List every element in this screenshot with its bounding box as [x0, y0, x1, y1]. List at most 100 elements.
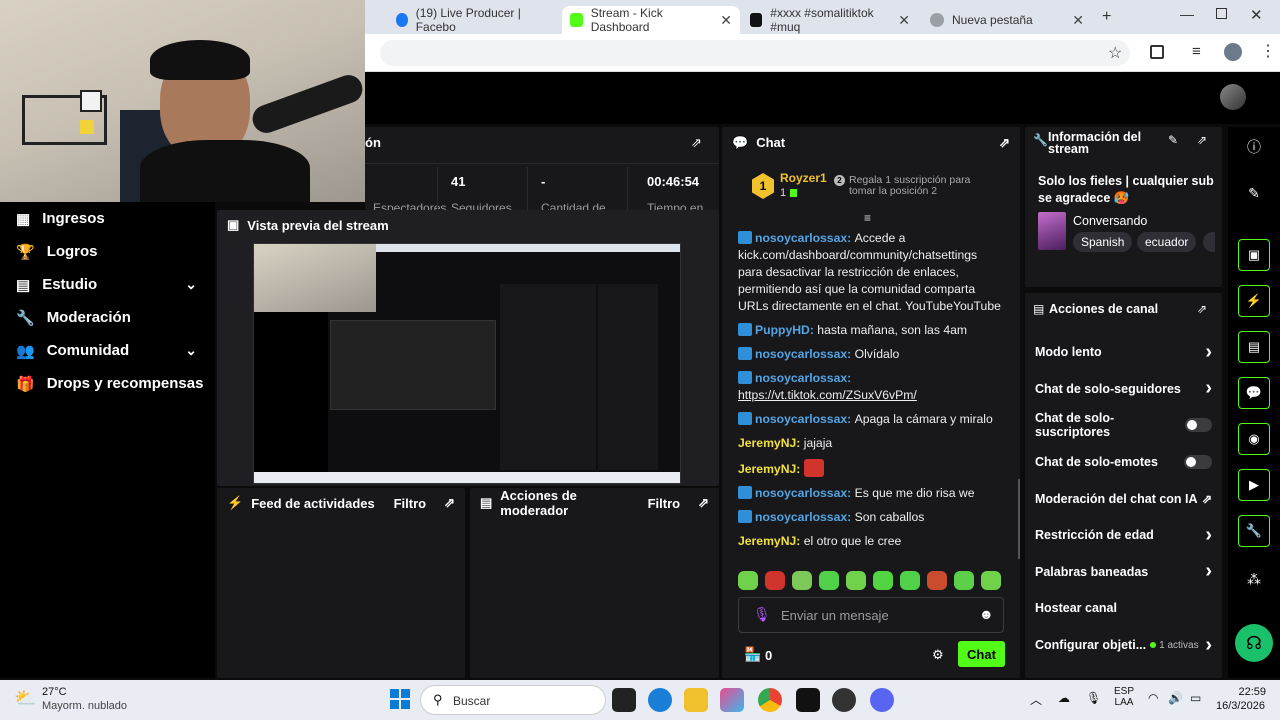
- channel-action-item[interactable]: Modo lento ›: [1025, 334, 1222, 371]
- gear-icon[interactable]: ⚙: [932, 647, 944, 663]
- chat-username[interactable]: nosoycarlossax: [755, 231, 847, 245]
- wifi-icon[interactable]: ◠: [1148, 691, 1158, 705]
- emote-icon[interactable]: [873, 571, 893, 590]
- tag-chip[interactable]: ecuador: [1137, 232, 1197, 252]
- chat-input-box[interactable]: 🎙 Enviar un mensaje ☻: [738, 597, 1004, 633]
- channel-action-item[interactable]: Chat de solo-suscriptores: [1025, 407, 1222, 444]
- sidebar-item-logros[interactable]: 🏆 Logros: [0, 235, 215, 268]
- video-icon[interactable]: ▶: [1238, 469, 1270, 501]
- mic-icon[interactable]: 🎙: [1086, 691, 1101, 705]
- filter-button[interactable]: Filtro: [648, 496, 681, 511]
- cloud-icon[interactable]: ☁: [1058, 691, 1070, 705]
- chevron-up-icon[interactable]: ︿: [1030, 691, 1042, 708]
- chat-username[interactable]: nosoycarlossax: [755, 412, 847, 426]
- broadcast-icon[interactable]: ◉: [1238, 423, 1270, 455]
- chevron-right-icon[interactable]: ›: [1205, 634, 1212, 657]
- chat-username[interactable]: JeremyNJ: [738, 462, 796, 476]
- discord-icon[interactable]: [870, 688, 894, 712]
- filter-button[interactable]: Filtro: [394, 496, 427, 511]
- chat-username[interactable]: nosoycarlossax: [755, 510, 847, 524]
- channel-action-item[interactable]: Moderación del chat con IA ⇗: [1025, 480, 1222, 517]
- channel-action-item[interactable]: Hostear canal: [1025, 590, 1222, 627]
- channel-action-item[interactable]: Configurar objeti... 1 activas ›: [1025, 627, 1222, 664]
- chevron-right-icon[interactable]: ›: [1205, 377, 1212, 400]
- clock[interactable]: 22:59: [1232, 686, 1266, 698]
- close-window-icon[interactable]: ✕: [1250, 6, 1263, 24]
- sidebar-item-drops[interactable]: 🎁 Drops y recompensas: [0, 367, 215, 400]
- url-field[interactable]: [380, 40, 1130, 66]
- emote-icon[interactable]: [738, 571, 758, 590]
- edit-icon[interactable]: ✎: [1238, 185, 1270, 207]
- channel-action-item[interactable]: Palabras baneadas ›: [1025, 554, 1222, 591]
- close-tab-icon[interactable]: ✕: [720, 12, 732, 29]
- obs-icon[interactable]: [832, 688, 856, 712]
- windows-start-icon[interactable]: [390, 689, 410, 709]
- info-icon[interactable]: ⓘ: [1238, 137, 1270, 159]
- emote-icon[interactable]: [900, 571, 920, 590]
- edge-icon[interactable]: [648, 688, 672, 712]
- emote-icon[interactable]: [927, 571, 947, 590]
- battery-icon[interactable]: ▭: [1190, 691, 1201, 705]
- emote-icon[interactable]: [792, 571, 812, 590]
- channel-action-item[interactable]: Chat de solo-emotes: [1025, 444, 1222, 481]
- chevron-right-icon[interactable]: ›: [1205, 524, 1212, 547]
- toggle-switch[interactable]: [1184, 455, 1212, 470]
- emote-icon[interactable]: [819, 571, 839, 590]
- store-icon[interactable]: 🏪: [744, 646, 761, 663]
- popout-icon[interactable]: ⇗: [691, 135, 702, 151]
- sidebar-item-moderacion[interactable]: 🔧 Moderación: [0, 301, 215, 334]
- capcut-icon[interactable]: [796, 688, 820, 712]
- chevron-right-icon[interactable]: ›: [1205, 341, 1212, 364]
- mic-icon[interactable]: 🎙: [753, 606, 771, 623]
- user-avatar[interactable]: [1220, 84, 1246, 110]
- wrench-icon[interactable]: 🔧: [1238, 515, 1270, 547]
- emote-icon[interactable]: [765, 571, 785, 590]
- chat-icon[interactable]: 💬: [1238, 377, 1270, 409]
- bolt-icon[interactable]: ⚡: [1238, 285, 1270, 317]
- channel-action-item[interactable]: Restricción de edad ›: [1025, 517, 1222, 554]
- browser-tab[interactable]: Nueva pestaña ✕: [922, 6, 1092, 34]
- gifter-username[interactable]: Royzer1: [780, 171, 827, 185]
- expand-pinned-icon[interactable]: ≡: [864, 211, 871, 225]
- category-thumbnail[interactable]: [1038, 212, 1066, 250]
- chat-username[interactable]: PuppyHD: [755, 323, 810, 337]
- chat-input[interactable]: Enviar un mensaje: [781, 608, 889, 623]
- category-name[interactable]: Conversando: [1073, 214, 1147, 228]
- emote-icon[interactable]: [954, 571, 974, 590]
- emote-icon[interactable]: [846, 571, 866, 590]
- sidebar-item-comunidad[interactable]: 👥 Comunidad ⌄: [0, 334, 215, 367]
- chat-link[interactable]: https://vt.tiktok.com/ZSuxV6vPm/: [738, 388, 917, 402]
- language-indicator[interactable]: ESP LAA: [1114, 686, 1134, 708]
- toggle-switch[interactable]: [1184, 418, 1212, 433]
- file-explorer-icon[interactable]: [684, 688, 708, 712]
- chevron-down-icon[interactable]: ⌄: [185, 276, 197, 293]
- chat-username[interactable]: JeremyNJ: [738, 436, 796, 450]
- chat-scrollbar[interactable]: [1018, 479, 1020, 559]
- browser-menu-icon[interactable]: ⋮: [1260, 41, 1276, 61]
- camera-icon[interactable]: ▣: [1238, 239, 1270, 271]
- minimize-icon[interactable]: —: [1180, 6, 1194, 22]
- send-chat-button[interactable]: Chat: [958, 641, 1005, 667]
- task-view-icon[interactable]: [612, 688, 636, 712]
- new-tab-icon[interactable]: +: [1102, 8, 1111, 26]
- browser-tab[interactable]: (19) Live Producer | Facebo: [388, 6, 548, 34]
- popout-icon[interactable]: ⇗: [444, 495, 455, 511]
- extensions-icon[interactable]: [1150, 45, 1164, 59]
- channel-action-item[interactable]: Chat de solo-seguidores ›: [1025, 371, 1222, 408]
- popout-icon[interactable]: ⇗: [698, 495, 709, 511]
- bookmark-star-icon[interactable]: ☆: [1108, 43, 1122, 63]
- stream-preview-video[interactable]: [253, 243, 681, 484]
- emoji-icon[interactable]: ☻: [979, 606, 994, 622]
- media-control-icon[interactable]: ≡: [1192, 43, 1201, 60]
- support-headset-icon[interactable]: ☊: [1235, 624, 1273, 662]
- emote-icon[interactable]: [981, 571, 1001, 590]
- external-link-icon[interactable]: ⇗: [1202, 492, 1212, 506]
- copilot-icon[interactable]: [720, 688, 744, 712]
- chevron-right-icon[interactable]: ›: [1205, 560, 1212, 583]
- chrome-icon[interactable]: [758, 688, 782, 712]
- chat-username[interactable]: nosoycarlossax: [755, 486, 847, 500]
- chevron-down-icon[interactable]: ⌄: [185, 342, 197, 359]
- chat-username[interactable]: nosoycarlossax: [755, 347, 847, 361]
- maximize-icon[interactable]: [1216, 8, 1227, 19]
- chat-username[interactable]: JeremyNJ: [738, 534, 796, 548]
